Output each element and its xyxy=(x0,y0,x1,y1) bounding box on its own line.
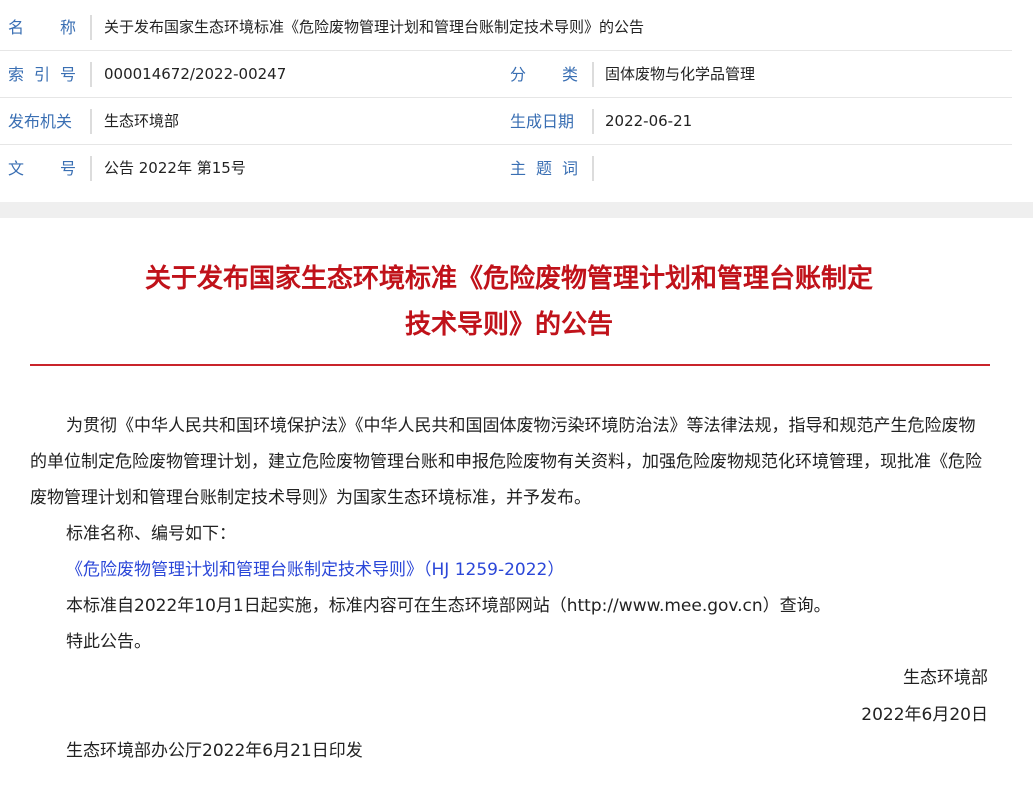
label-char: 称 xyxy=(59,18,76,37)
signer: 生态环境部 xyxy=(903,668,988,688)
article: 关于发布国家生态环境标准《危险废物管理计划和管理台账制定 技术导则》的公告 为贯… xyxy=(0,218,1033,812)
label-char: 分 xyxy=(510,65,527,84)
title-line-1: 关于发布国家生态环境标准《危险废物管理计划和管理台账制定 xyxy=(144,264,873,294)
category-value: 固体废物与化学品管理 xyxy=(605,65,756,83)
name-value: 关于发布国家生态环境标准《危险废物管理计划和管理台账制定技术导则》的公告 xyxy=(104,18,645,36)
meta-row-docno: 文号 公告 2022年 第15号 主题词 xyxy=(0,145,1012,192)
label-char: 号 xyxy=(59,159,76,178)
sign-date: 2022年6月20日 xyxy=(861,705,988,725)
category-label: 分类 xyxy=(510,51,590,98)
label-char: 引 xyxy=(33,65,50,84)
date-value: 2022-06-21 xyxy=(605,112,693,130)
metadata-table: 名称 关于发布国家生态环境标准《危险废物管理计划和管理台账制定技术导则》的公告 … xyxy=(0,0,1033,202)
label-char: 文 xyxy=(8,159,25,178)
standard-link[interactable]: 《危险废物管理计划和管理台账制定技术导则》（HJ 1259-2022） xyxy=(66,552,564,588)
divider xyxy=(592,109,594,134)
label-char: 类 xyxy=(561,65,578,84)
divider xyxy=(90,62,92,87)
effective-date-text: 本标准自2022年10月1日起实施，标准内容可在生态环境部网站（http://w… xyxy=(66,596,831,616)
divider xyxy=(90,109,92,134)
meta-row-issuer: 发布机关 生态环境部 生成日期 2022-06-21 xyxy=(0,98,1012,145)
divider xyxy=(592,62,594,87)
article-title: 关于发布国家生态环境标准《危险废物管理计划和管理台账制定 技术导则》的公告 xyxy=(30,256,988,348)
label-char: 号 xyxy=(59,65,76,84)
divider xyxy=(90,15,92,40)
paragraph-intro: 为贯彻《中华人民共和国环境保护法》《中华人民共和国固体废物污染环境防治法》等法律… xyxy=(30,416,982,508)
docno-label: 文号 xyxy=(8,145,88,192)
issuer-label: 发布机关 xyxy=(8,112,73,131)
section-gap xyxy=(0,202,1033,218)
notice-text: 特此公告。 xyxy=(66,632,151,652)
label-char: 词 xyxy=(561,159,578,178)
label-char: 索 xyxy=(8,65,25,84)
docno-value: 公告 2022年 第15号 xyxy=(104,159,246,177)
label-char: 主 xyxy=(510,159,527,178)
subject-label: 主题词 xyxy=(510,145,590,192)
list-intro: 标准名称、编号如下： xyxy=(66,524,236,544)
divider xyxy=(592,156,594,181)
date-label: 生成日期 xyxy=(510,112,575,131)
print-note: 生态环境部办公厅2022年6月21日印发 xyxy=(66,741,363,761)
meta-row-name: 名称 关于发布国家生态环境标准《危险废物管理计划和管理台账制定技术导则》的公告 xyxy=(0,4,1012,51)
label-char: 名 xyxy=(8,18,25,37)
label-char: 题 xyxy=(535,159,552,178)
title-divider xyxy=(30,364,990,366)
index-label: 索引号 xyxy=(8,51,88,98)
meta-row-index: 索引号 000014672/2022-00247 分类 固体废物与化学品管理 xyxy=(0,51,1012,98)
name-label: 名称 xyxy=(8,4,88,51)
divider xyxy=(90,156,92,181)
issuer-value: 生态环境部 xyxy=(104,112,180,130)
index-value: 000014672/2022-00247 xyxy=(104,65,287,83)
title-line-2: 技术导则》的公告 xyxy=(404,310,613,340)
